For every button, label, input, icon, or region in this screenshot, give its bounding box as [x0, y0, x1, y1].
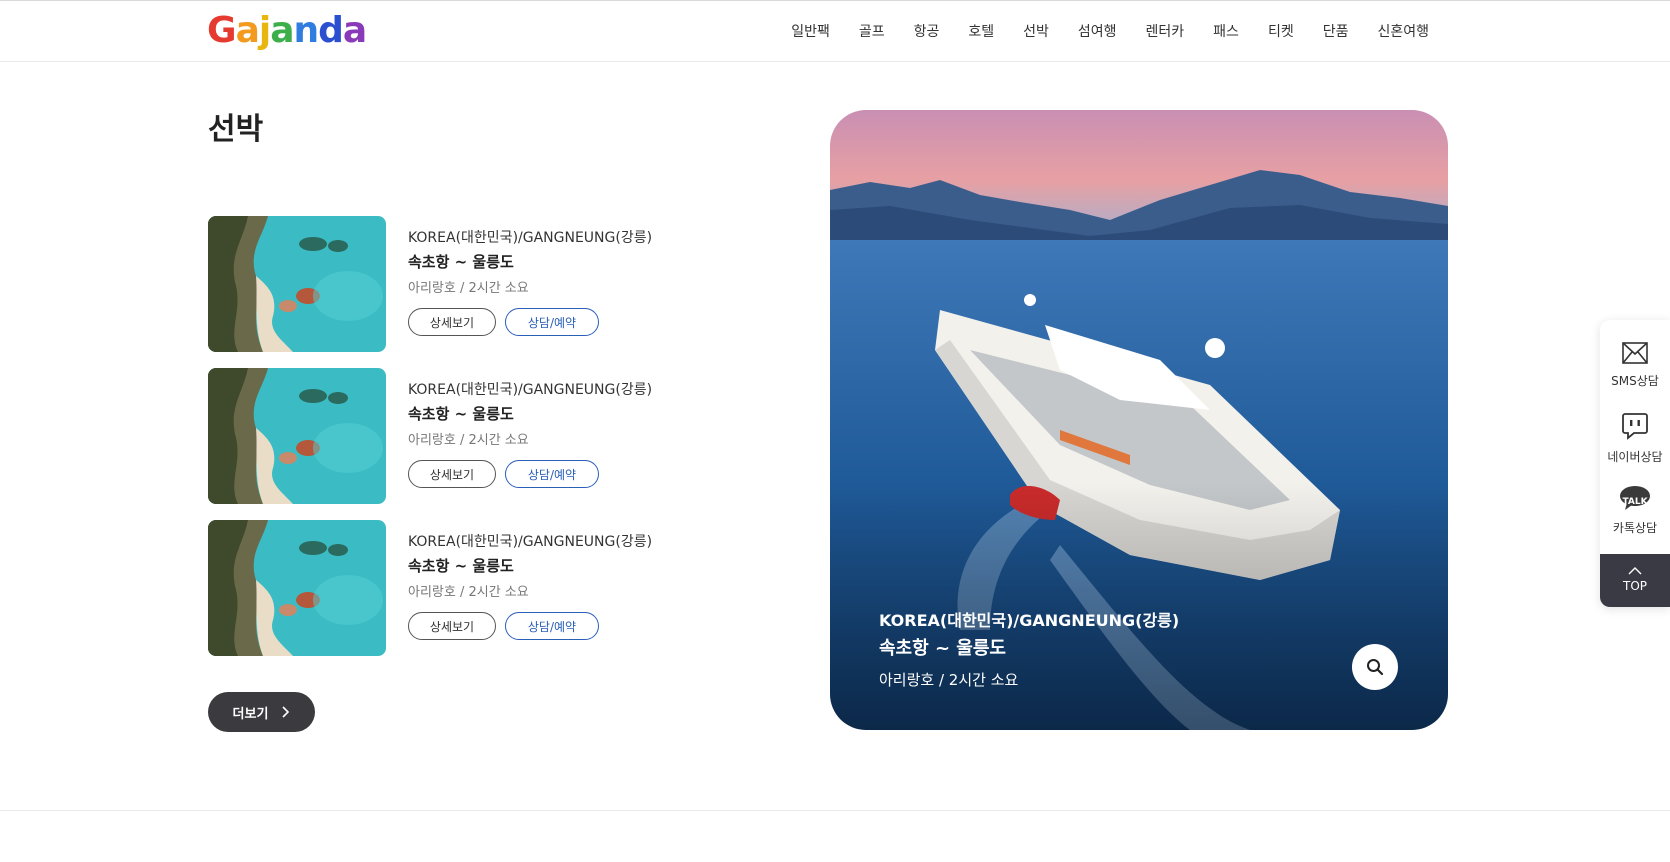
chevron-right-icon — [282, 706, 290, 718]
nav-item-single[interactable]: 단품 — [1323, 21, 1349, 41]
side-quick-menu: SMS상담 네이버상담 카톡상담 TALK TOP — [1600, 320, 1670, 607]
logo-letter: j — [258, 10, 271, 51]
product-meta: 아리랑호 / 2시간 소요 — [408, 281, 529, 296]
list-item: KOREA(대한민국)/GANGNEUNG(강릉) 속초항 ~ 울릉도 아리랑호… — [208, 216, 728, 352]
product-location: KOREA(대한민국)/GANGNEUNG(강릉) — [408, 230, 653, 246]
list-item: KOREA(대한민국)/GANGNEUNG(강릉) 속초항 ~ 울릉도 아리랑호… — [208, 368, 728, 504]
banner-meta: 아리랑호 / 2시간 소요 — [879, 671, 1019, 689]
detail-button[interactable]: 상세보기 — [408, 460, 496, 488]
gajanda-logo[interactable]: Gajanda — [207, 10, 367, 51]
book-button[interactable]: 상담/예약 — [505, 612, 599, 640]
product-meta: 아리랑호 / 2시간 소요 — [408, 585, 529, 600]
naver-consult-label: 네이버상담 — [1607, 450, 1663, 464]
nav-item-pass[interactable]: 패스 — [1213, 21, 1239, 41]
envelope-icon — [1622, 342, 1648, 364]
product-thumbnail[interactable] — [208, 216, 386, 352]
zoom-button[interactable] — [1352, 644, 1398, 690]
product-info: KOREA(대한민국)/GANGNEUNG(강릉) 속초항 ~ 울릉도 아리랑호… — [408, 228, 652, 336]
logo-letter: d — [318, 10, 344, 51]
product-info: KOREA(대한민국)/GANGNEUNG(강릉) 속초항 ~ 울릉도 아리랑호… — [408, 380, 652, 488]
product-route[interactable]: 속초항 ~ 울릉도 — [408, 554, 652, 578]
scroll-top-label: TOP — [1622, 579, 1647, 593]
product-location: KOREA(대한민국)/GANGNEUNG(강릉) — [408, 534, 653, 550]
book-button[interactable]: 상담/예약 — [505, 308, 599, 336]
nav-item-ticket[interactable]: 티켓 — [1268, 21, 1294, 41]
scroll-top-button[interactable]: TOP — [1600, 554, 1670, 607]
product-route[interactable]: 속초항 ~ 울릉도 — [408, 250, 652, 274]
detail-button[interactable]: 상세보기 — [408, 308, 496, 336]
nav-item-air[interactable]: 항공 — [914, 21, 940, 41]
product-route[interactable]: 속초항 ~ 울릉도 — [408, 402, 652, 426]
featured-banner[interactable]: KOREA(대한민국)/GANGNEUNG(강릉) 속초항 ~ 울릉도 아리랑호… — [830, 110, 1448, 730]
product-location: KOREA(대한민국)/GANGNEUNG(강릉) — [408, 382, 653, 398]
main-nav: 일반팩 골프 항공 호텔 선박 섬여행 렌터카 패스 티켓 단품 신혼여행 — [791, 1, 1429, 61]
product-meta: 아리랑호 / 2시간 소요 — [408, 433, 529, 448]
detail-button[interactable]: 상세보기 — [408, 612, 496, 640]
logo-letter: a — [270, 10, 294, 51]
more-button[interactable]: 더보기 — [208, 692, 315, 732]
nav-item-package[interactable]: 일반팩 — [791, 21, 830, 41]
page-title: 선박 — [208, 112, 264, 147]
kakao-consult-button[interactable]: 카톡상담 — [1600, 485, 1670, 536]
sms-consult-button[interactable]: SMS상담 — [1600, 342, 1670, 389]
product-thumbnail[interactable] — [208, 520, 386, 656]
search-icon — [1367, 659, 1384, 676]
product-thumbnail[interactable] — [208, 368, 386, 504]
more-label: 더보기 — [232, 706, 269, 722]
nav-item-island[interactable]: 섬여행 — [1078, 21, 1117, 41]
nav-item-honeymoon[interactable]: 신혼여행 — [1377, 21, 1429, 41]
sms-consult-label: SMS상담 — [1611, 374, 1659, 388]
logo-letter: a — [235, 10, 260, 51]
nav-item-hotel[interactable]: 호텔 — [968, 21, 994, 41]
banner-caption: KOREA(대한민국)/GANGNEUNG(강릉) 속초항 ~ 울릉도 아리랑호… — [879, 610, 1179, 692]
product-info: KOREA(대한민국)/GANGNEUNG(강릉) 속초항 ~ 울릉도 아리랑호… — [408, 532, 652, 640]
logo-letter: n — [293, 10, 320, 51]
kakao-consult-label: 카톡상담 — [1612, 521, 1658, 535]
chat-bubble-icon — [1622, 413, 1648, 440]
logo-letter: G — [207, 10, 237, 51]
banner-route: 속초항 ~ 울릉도 — [879, 638, 1006, 659]
banner-location: KOREA(대한민국)/GANGNEUNG(강릉) — [879, 611, 1180, 630]
nav-item-ship[interactable]: 선박 — [1023, 21, 1049, 41]
naver-consult-button[interactable]: 네이버상담 — [1600, 412, 1670, 465]
product-list: KOREA(대한민국)/GANGNEUNG(강릉) 속초항 ~ 울릉도 아리랑호… — [208, 216, 728, 672]
chevron-up-icon — [1628, 567, 1642, 575]
book-button[interactable]: 상담/예약 — [505, 460, 599, 488]
nav-item-golf[interactable]: 골프 — [859, 21, 885, 41]
list-item: KOREA(대한민국)/GANGNEUNG(강릉) 속초항 ~ 울릉도 아리랑호… — [208, 520, 728, 656]
kakao-talk-icon — [1620, 486, 1650, 510]
footer-divider — [0, 810, 1670, 811]
logo-letter: a — [342, 10, 367, 51]
nav-item-rentcar[interactable]: 렌터카 — [1146, 21, 1185, 41]
site-header: Gajanda 일반팩 골프 항공 호텔 선박 섬여행 렌터카 패스 티켓 단품… — [0, 1, 1670, 62]
